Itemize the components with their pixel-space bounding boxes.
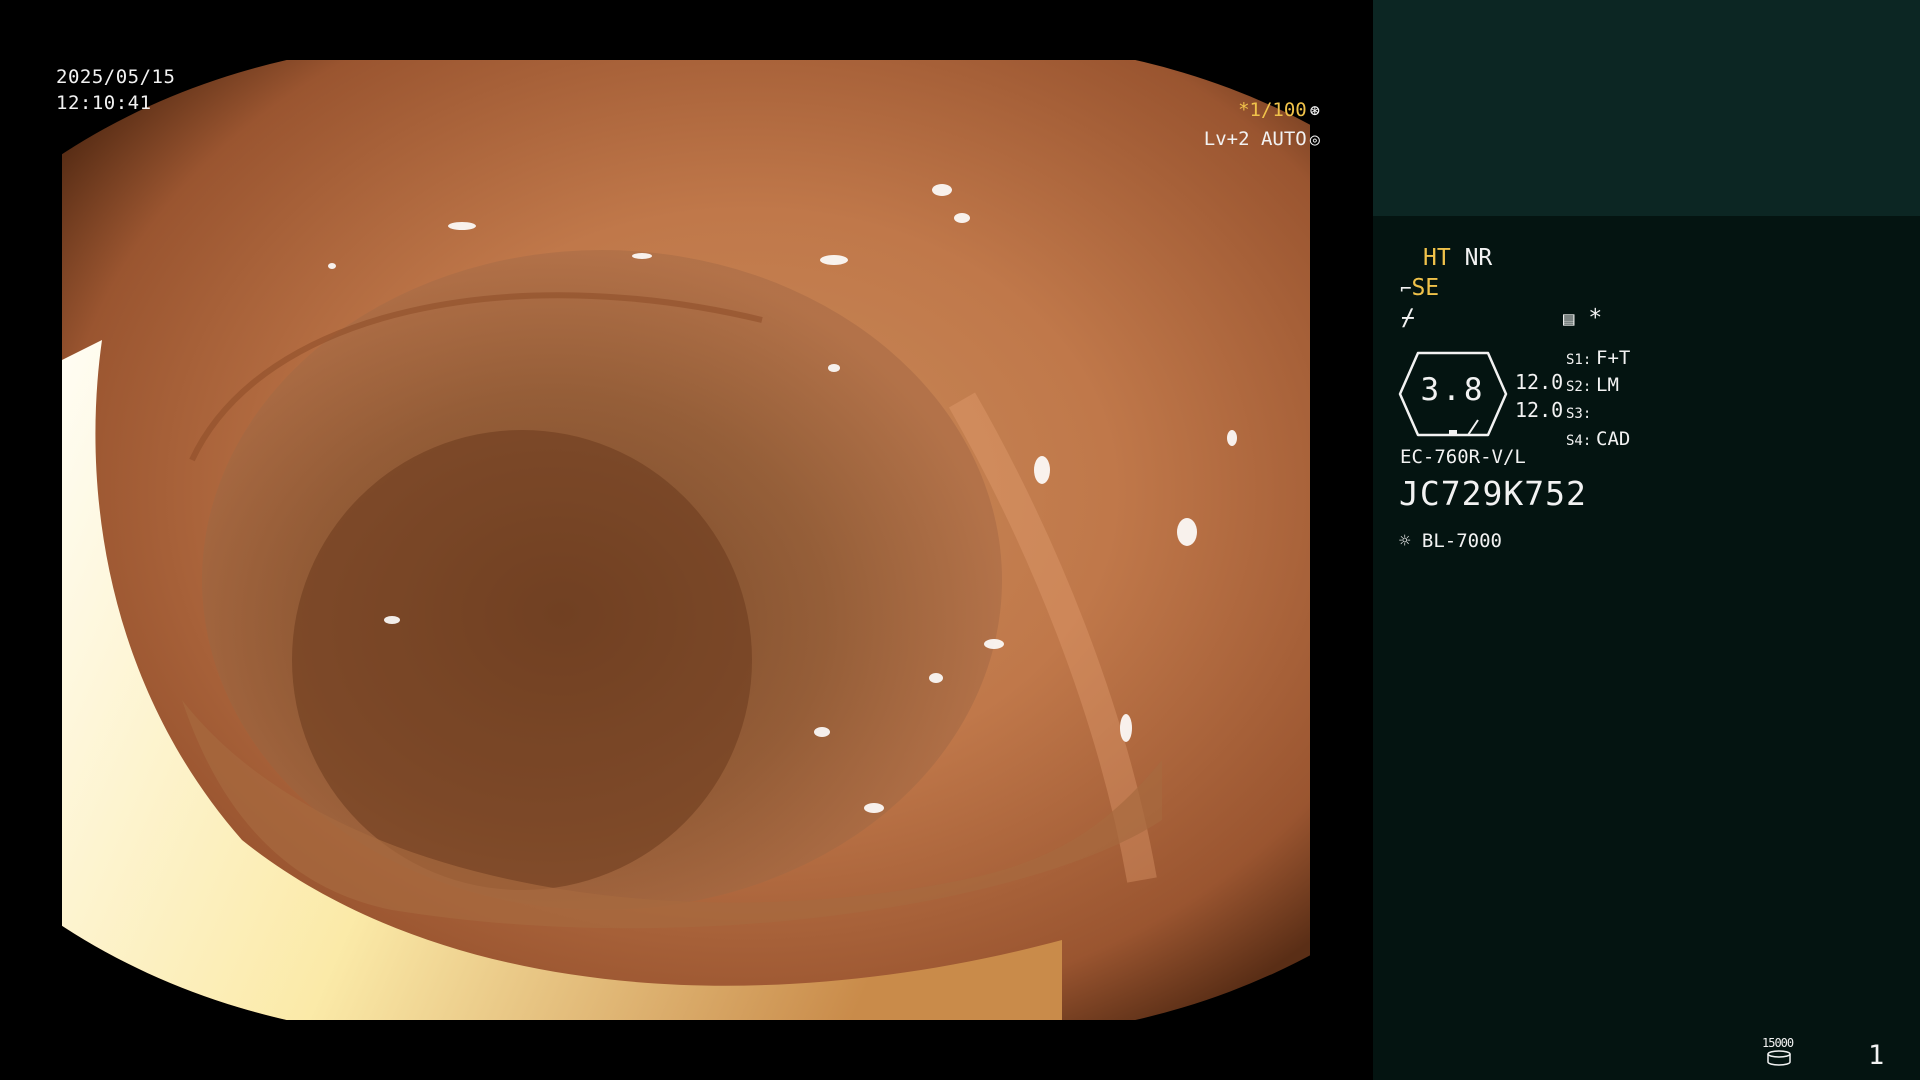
zoom-gauge: 3.8 [1398, 350, 1508, 438]
enhance-icon: ⌐ [1400, 278, 1412, 300]
scope-model: EC-760R-V/L [1400, 446, 1526, 468]
memo-icon: ▤ [1563, 308, 1575, 330]
date-label: 2025/05/15 [56, 66, 176, 88]
frame-number: 1 [1868, 1040, 1885, 1071]
aperture-icon: ⊛ [1309, 101, 1320, 121]
time-label: 12:10:41 [56, 92, 152, 114]
mode-label: Lv+2 AUTO [1203, 128, 1307, 150]
gauge-value: 3.8 [1420, 372, 1486, 408]
counter-label: 15000 [1762, 1036, 1794, 1050]
exposure-info: *1/100 ⊛ Lv+2 AUTO ◎ [1190, 96, 1320, 154]
timestamp: 2025/05/15 12:10:41 [56, 64, 175, 116]
ht-label: HT [1423, 245, 1451, 271]
switch-row: S3: [1566, 406, 1592, 422]
switch-list: S1: F+T S2: LM S3: S4: CAD [1566, 346, 1630, 454]
gain-value-1: 12.0 [1515, 370, 1564, 394]
light-source-label: BL-7000 [1421, 530, 1502, 552]
freeze-icon: ⌿ [1401, 305, 1415, 331]
switch-row: S2: LM [1566, 374, 1619, 396]
info-panel: HT NR ⌐SE ⌿ ▤ * 3.8 12.0 12.0 S1: F+T S2:… [1373, 0, 1920, 1080]
switch-row: S4: CAD [1566, 428, 1631, 450]
shutter-label: *1/100 [1238, 99, 1307, 121]
switch-row: S1: F+T [1566, 347, 1631, 369]
panel-header-area [1373, 0, 1920, 216]
gain-values: 12.0 12.0 [1515, 368, 1563, 424]
light-source-icon: ☼ [1399, 530, 1411, 552]
iris-icon: ◎ [1309, 130, 1320, 150]
endoscope-image [62, 60, 1310, 1020]
nr-label: NR [1464, 245, 1493, 271]
star-label: * [1588, 305, 1603, 331]
se-label: SE [1411, 275, 1440, 301]
scope-serial: JC729K752 [1399, 474, 1587, 513]
gain-value-2: 12.0 [1515, 398, 1564, 422]
light-source: ☼ BL-7000 [1399, 530, 1502, 552]
colon-mucosa-view [62, 60, 1310, 1020]
storage-icon [1767, 1050, 1791, 1066]
